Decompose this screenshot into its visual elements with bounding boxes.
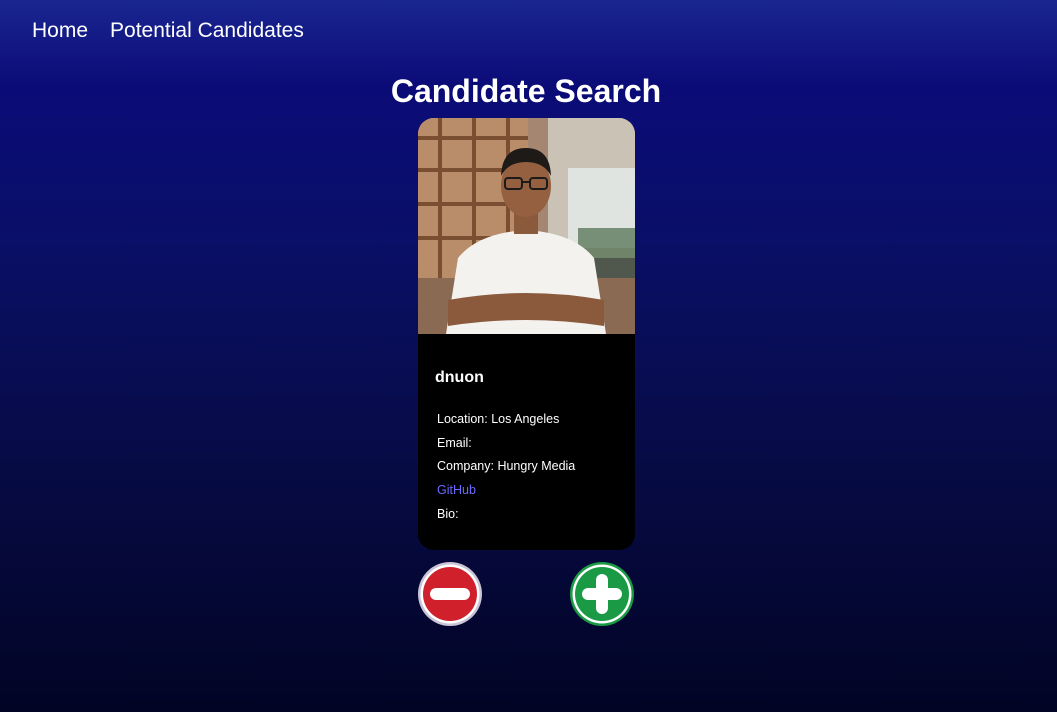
nav-link-home[interactable]: Home [32, 17, 88, 45]
candidate-info: dnuon Location: Los Angeles Email: Compa… [418, 368, 635, 527]
candidate-avatar [418, 118, 635, 334]
candidate-bio: Bio: [437, 506, 459, 521]
plus-circle-icon [570, 562, 634, 626]
candidate-photo [418, 118, 635, 334]
candidate-email: Email: [437, 435, 472, 450]
candidate-github-item: GitHub [437, 479, 635, 503]
nav-link-potential-candidates[interactable]: Potential Candidates [110, 17, 304, 45]
candidate-username: dnuon [435, 369, 484, 386]
top-nav: Home Potential Candidates [32, 17, 304, 45]
candidate-card: dnuon Location: Los Angeles Email: Compa… [418, 118, 635, 550]
accept-candidate-button[interactable] [569, 561, 635, 627]
minus-circle-icon [418, 562, 482, 626]
reject-candidate-button[interactable] [417, 561, 483, 627]
candidate-github-link[interactable]: GitHub [437, 483, 476, 497]
candidate-company: Company: Hungry Media [437, 459, 576, 474]
candidate-details: Location: Los Angeles Email: Company: Hu… [437, 408, 635, 527]
page-title: Candidate Search [390, 73, 662, 109]
candidate-location: Location: Los Angeles [437, 412, 560, 426]
